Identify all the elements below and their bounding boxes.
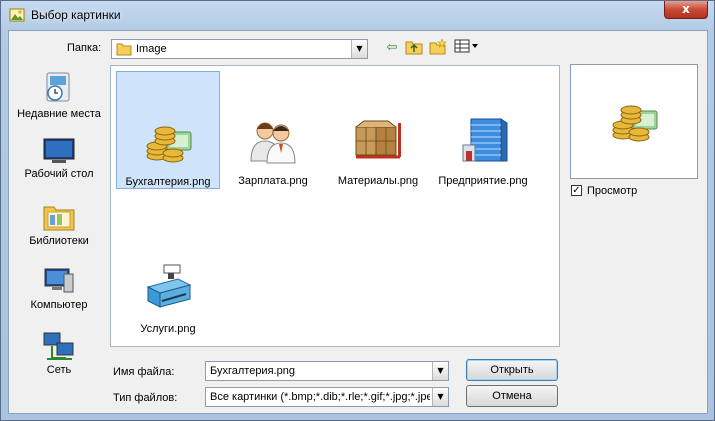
filename-field[interactable]: Бухгалтерия.png ▼ bbox=[205, 361, 449, 381]
file-item-enterprise[interactable]: Предприятие.png bbox=[431, 71, 535, 189]
place-recent[interactable]: Недавние места bbox=[13, 71, 105, 121]
place-label: Компьютер bbox=[30, 299, 88, 311]
preview-pane bbox=[570, 64, 698, 179]
picture-icon bbox=[9, 8, 25, 22]
filetype-value: Все картинки (*.bmp;*.dib;*.rle;*.gif;*.… bbox=[210, 391, 430, 403]
folder-icon bbox=[116, 43, 132, 56]
place-desktop[interactable]: Рабочий стол bbox=[13, 137, 105, 181]
filename-label: Имя файла: bbox=[113, 366, 175, 378]
folder-value: Image bbox=[136, 43, 167, 55]
folder-combo[interactable]: Image ▼ bbox=[111, 39, 368, 59]
file-name: Материалы.png bbox=[337, 175, 419, 187]
place-network[interactable]: Сеть bbox=[13, 331, 105, 377]
accounting-coins-icon bbox=[146, 126, 192, 163]
folder-label: Папка: bbox=[67, 42, 102, 54]
services-cash-register-icon bbox=[146, 264, 192, 308]
places-bar: Недавние места Рабочий стол Библиотеки К… bbox=[9, 61, 109, 376]
chevron-down-icon[interactable]: ▼ bbox=[432, 388, 448, 406]
file-list[interactable]: Бухгалтерия.png Зарплата.png Материалы.p… bbox=[110, 65, 560, 347]
network-icon bbox=[43, 332, 74, 360]
filetype-label: Тип файлов: bbox=[113, 392, 178, 404]
file-name: Услуги.png bbox=[140, 323, 196, 335]
preview-checkbox[interactable]: ✓ bbox=[571, 185, 582, 196]
title-bar[interactable]: Выбор картинки x bbox=[1, 1, 714, 29]
place-libraries[interactable]: Библиотеки bbox=[13, 202, 105, 248]
place-label: Рабочий стол bbox=[24, 168, 94, 180]
window-title: Выбор картинки bbox=[31, 8, 121, 22]
close-button[interactable]: x bbox=[664, 1, 708, 19]
file-name: Зарплата.png bbox=[238, 175, 308, 187]
dialog-body: Папка: Image ▼ ⇦ Недавние места Рабочий … bbox=[8, 30, 708, 414]
file-item-accounting[interactable]: Бухгалтерия.png bbox=[116, 71, 220, 189]
file-name: Предприятие.png bbox=[438, 175, 528, 187]
salary-people-icon bbox=[250, 122, 296, 164]
new-folder-icon[interactable] bbox=[428, 38, 448, 57]
file-name: Бухгалтерия.png bbox=[125, 176, 211, 188]
preview-checkbox-label: Просмотр bbox=[587, 185, 638, 197]
chevron-down-icon[interactable]: ▼ bbox=[351, 40, 367, 58]
place-label: Недавние места bbox=[17, 108, 101, 120]
desktop-icon bbox=[43, 138, 75, 163]
libraries-icon bbox=[43, 206, 75, 231]
back-arrow-icon[interactable]: ⇦ bbox=[382, 39, 402, 57]
file-item-services[interactable]: Услуги.png bbox=[116, 219, 220, 337]
chevron-down-icon[interactable]: ▼ bbox=[432, 362, 448, 380]
enterprise-building-icon bbox=[462, 118, 508, 162]
view-menu-icon[interactable] bbox=[453, 39, 481, 57]
file-item-materials[interactable]: Материалы.png bbox=[326, 71, 430, 189]
preview-image bbox=[612, 105, 658, 142]
computer-icon bbox=[44, 268, 74, 293]
up-folder-icon[interactable] bbox=[404, 39, 424, 57]
filename-value: Бухгалтерия.png bbox=[210, 365, 295, 377]
dialog-window: Выбор картинки x Папка: Image ▼ ⇦ Недавн… bbox=[0, 0, 715, 421]
place-label: Библиотеки bbox=[29, 235, 89, 247]
place-label: Сеть bbox=[46, 364, 72, 376]
place-computer[interactable]: Компьютер bbox=[13, 266, 105, 312]
recent-places-icon bbox=[46, 72, 70, 102]
filetype-select[interactable]: Все картинки (*.bmp;*.dib;*.rle;*.gif;*.… bbox=[205, 387, 449, 407]
file-item-salary[interactable]: Зарплата.png bbox=[221, 71, 325, 189]
cancel-button[interactable]: Отмена bbox=[466, 385, 558, 407]
materials-boxes-icon bbox=[355, 120, 401, 159]
open-button[interactable]: Открыть bbox=[466, 359, 558, 381]
